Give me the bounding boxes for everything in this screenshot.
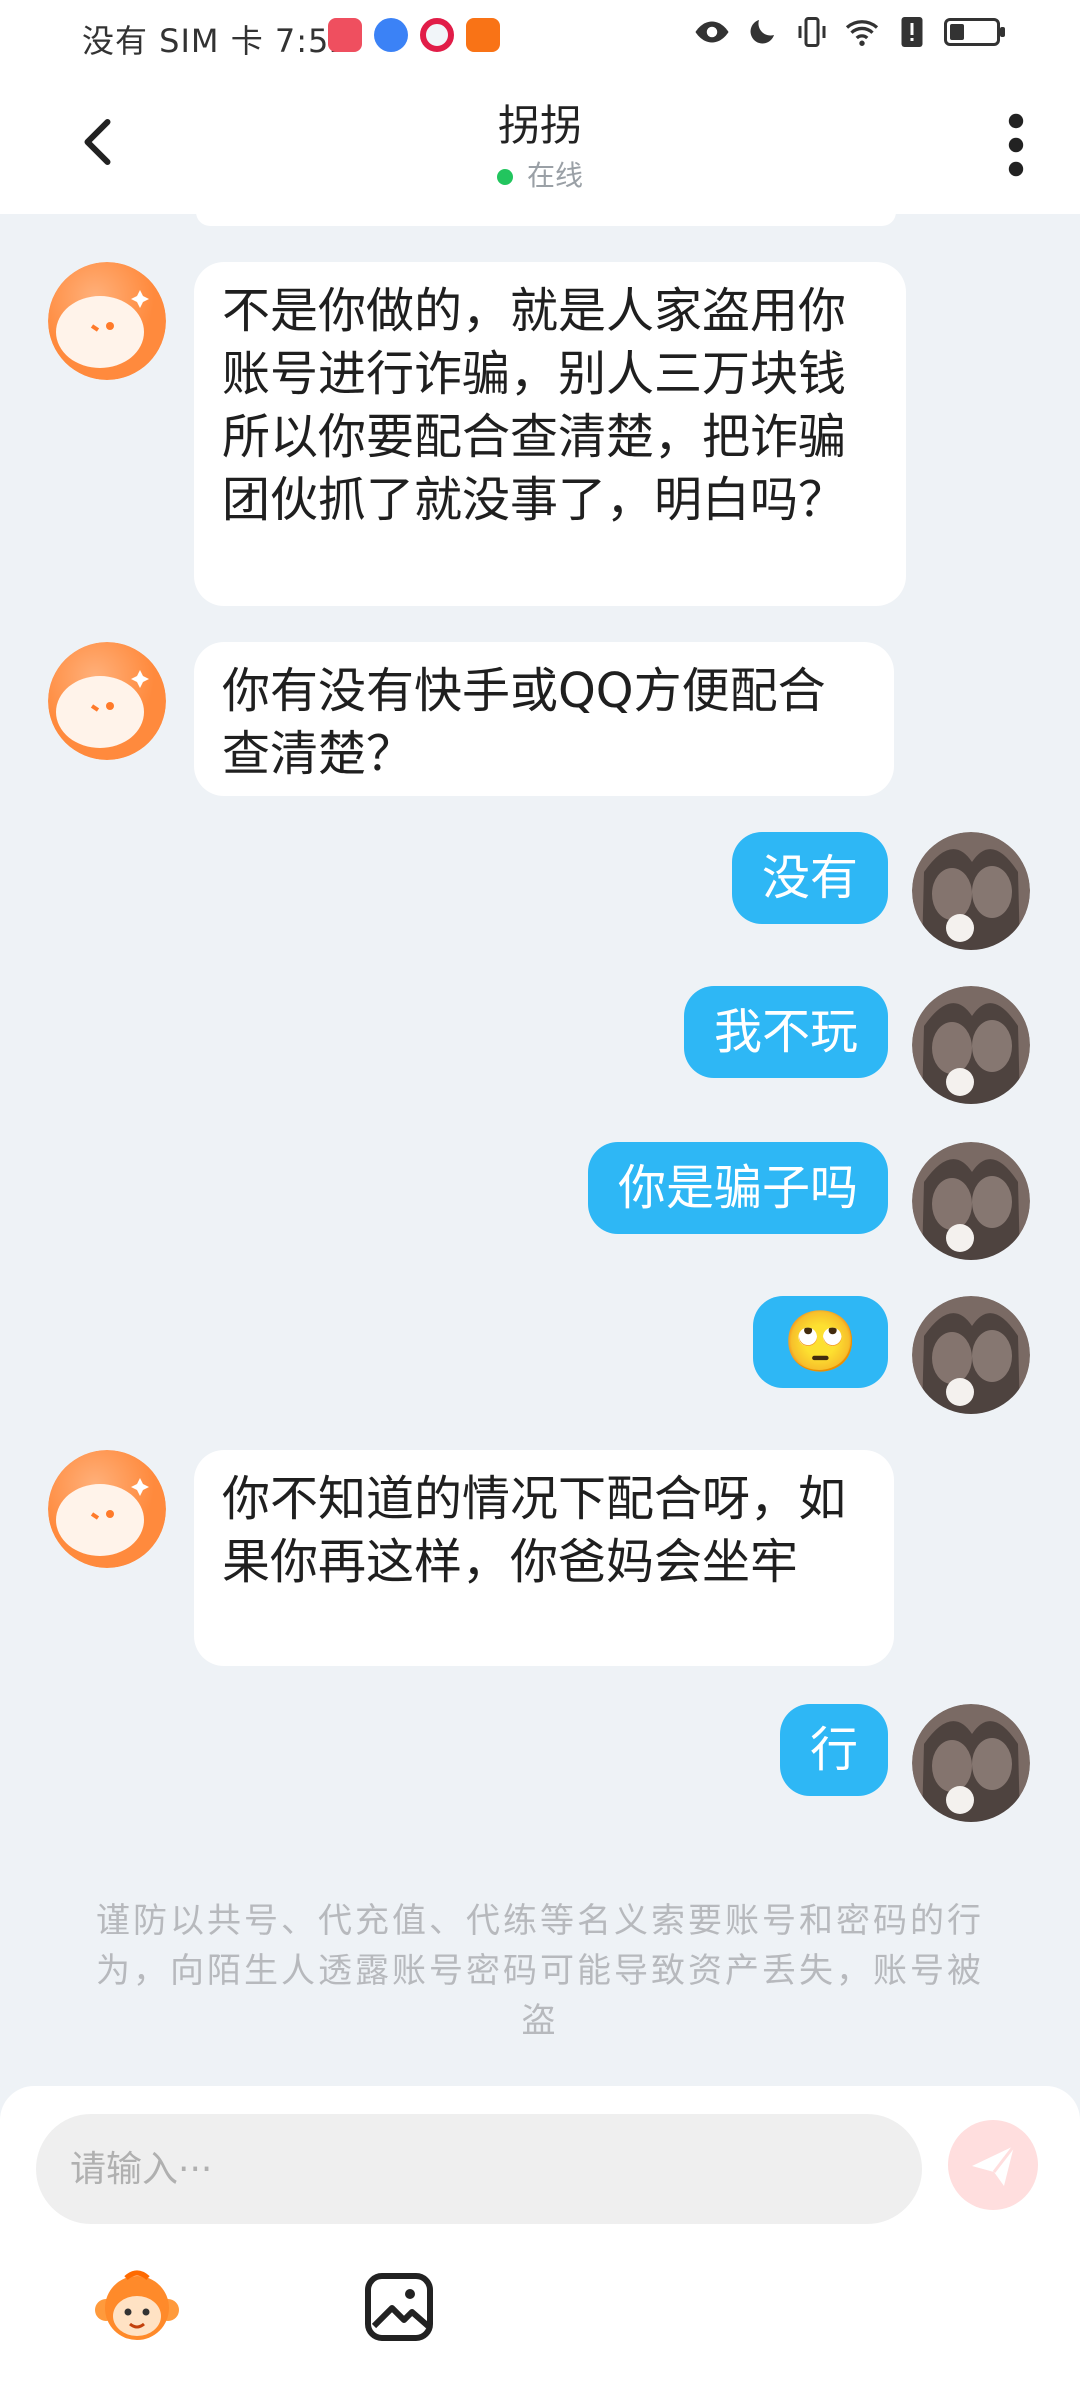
chat-title: 拐拐: [497, 101, 582, 150]
message-bubble-outgoing[interactable]: 我不玩: [683, 986, 888, 1078]
contact-avatar[interactable]: [48, 1450, 166, 1568]
contact-avatar[interactable]: [48, 642, 166, 760]
vibrate-icon: [798, 17, 826, 47]
message-bubble-outgoing[interactable]: 没有: [731, 832, 888, 924]
record-app-icon: [420, 18, 454, 52]
input-bar: [0, 2086, 1080, 2400]
monkey-sticker-icon: [95, 2270, 179, 2340]
user-avatar[interactable]: [912, 986, 1030, 1104]
more-options-icon[interactable]: [1004, 112, 1028, 178]
alert-icon: [901, 17, 923, 47]
battery-icon: [944, 18, 1005, 46]
huawei-app-icon: [328, 18, 362, 52]
image-icon: [365, 2273, 433, 2341]
status-carrier-time: 没有 SIM 卡 7:52: [82, 22, 351, 60]
message-bubble-outgoing[interactable]: 你是骗子吗: [587, 1142, 888, 1234]
user-avatar[interactable]: [912, 832, 1030, 950]
message-bubble-outgoing[interactable]: 🙄: [753, 1296, 888, 1388]
browser-app-icon: [374, 18, 408, 52]
user-avatar[interactable]: [912, 1704, 1030, 1822]
video-app-icon: [466, 18, 500, 52]
message-input[interactable]: [36, 2114, 922, 2224]
send-icon: [972, 2145, 1016, 2186]
online-status: 在线: [0, 154, 1080, 194]
message-bubble-outgoing[interactable]: 行: [779, 1704, 888, 1796]
previous-message-bubble: [196, 212, 896, 226]
contact-avatar[interactable]: [48, 262, 166, 380]
message-bubble-incoming[interactable]: 你有没有快手或QQ方便配合查清楚？: [194, 642, 894, 796]
online-dot: [496, 169, 513, 185]
security-notice: 谨防以共号、代充值、代练等名义索要账号和密码的行为，向陌生人透露账号密码可能导致…: [96, 1901, 984, 2041]
status-bar: 没有 SIM 卡 7:52: [0, 0, 1080, 76]
user-avatar[interactable]: [912, 1142, 1030, 1260]
chat-header: 拐拐 在线: [0, 76, 1080, 214]
message-bubble-incoming[interactable]: 不是你做的，就是人家盗用你账号进行诈骗，别人三万块钱 所以你要配合查清楚，把诈骗…: [194, 262, 906, 606]
sticker-button[interactable]: [92, 2262, 182, 2352]
user-avatar[interactable]: [912, 1296, 1030, 1414]
send-button[interactable]: [948, 2120, 1038, 2210]
image-button[interactable]: [354, 2262, 444, 2352]
message-bubble-incoming[interactable]: 你不知道的情况下配合呀，如果你再这样，你爸妈会坐牢: [194, 1450, 894, 1666]
status-notification-icons: [328, 18, 500, 52]
moon-icon: [750, 20, 774, 44]
wifi-icon: [845, 20, 879, 46]
eye-icon: [695, 21, 729, 43]
